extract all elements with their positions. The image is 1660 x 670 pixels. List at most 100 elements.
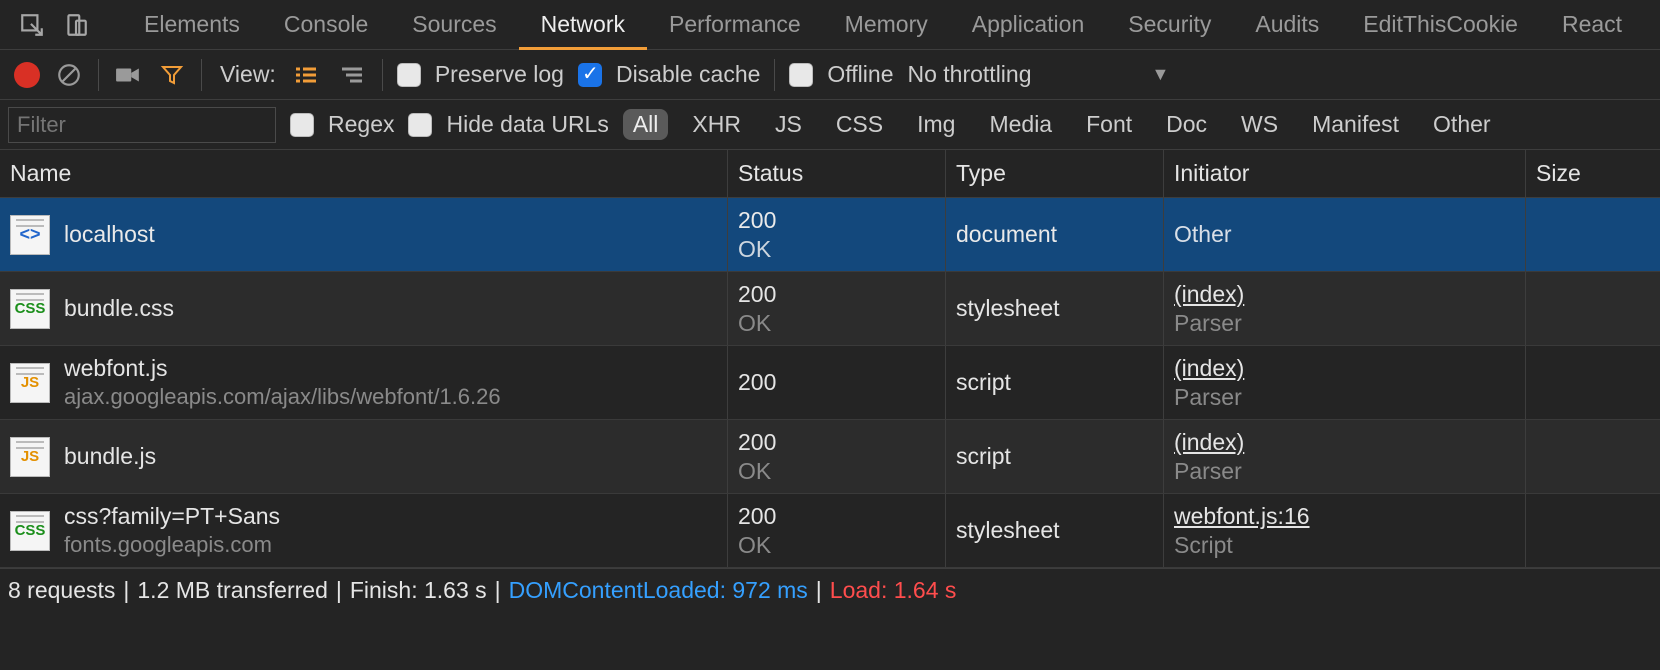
large-rows-icon[interactable] [290, 62, 322, 88]
table-row[interactable]: CSS css?family=PT+Sansfonts.googleapis.co… [0, 494, 1660, 568]
request-domain: ajax.googleapis.com/ajax/libs/webfont/1.… [64, 383, 501, 411]
table-row[interactable]: CSSbundle.css200OKstylesheet(index)Parse… [0, 272, 1660, 346]
type-filter-css[interactable]: CSS [826, 109, 893, 140]
type-filter-doc[interactable]: Doc [1156, 109, 1217, 140]
status-load: Load: 1.64 s [830, 577, 957, 604]
status-requests: 8 requests [8, 577, 115, 604]
status-code: 200 [738, 502, 776, 531]
regex-label: Regex [328, 111, 394, 138]
initiator-link[interactable]: webfont.js:16 [1174, 502, 1310, 531]
view-label: View: [220, 61, 276, 88]
tab-react[interactable]: React [1540, 0, 1644, 49]
initiator-link[interactable]: (index) [1174, 354, 1244, 383]
col-size[interactable]: Size [1526, 150, 1660, 197]
type-filter-img[interactable]: Img [907, 109, 965, 140]
tab-performance[interactable]: Performance [647, 0, 823, 49]
disable-cache-checkbox[interactable] [578, 63, 602, 87]
type-filter-js[interactable]: JS [765, 109, 812, 140]
hide-data-urls-checkbox[interactable] [408, 113, 432, 137]
type-filter-media[interactable]: Media [979, 109, 1062, 140]
tab-audits[interactable]: Audits [1233, 0, 1341, 49]
tab-elements[interactable]: Elements [122, 0, 262, 49]
request-type: document [956, 221, 1057, 248]
js-file-icon: JS [10, 363, 50, 403]
col-name[interactable]: Name [0, 150, 728, 197]
preserve-log-label: Preserve log [435, 61, 564, 88]
status-text: OK [738, 309, 776, 338]
type-filter-manifest[interactable]: Manifest [1302, 109, 1409, 140]
offline-checkbox[interactable] [789, 63, 813, 87]
disable-cache-label: Disable cache [616, 61, 760, 88]
request-name: bundle.js [64, 442, 156, 471]
initiator-link[interactable]: (index) [1174, 428, 1244, 457]
tab-sources[interactable]: Sources [390, 0, 518, 49]
status-text: OK [738, 457, 776, 486]
initiator-link: Other [1174, 220, 1232, 249]
network-toolbar: View: Preserve log Disable cache Offline… [0, 50, 1660, 100]
tab-security[interactable]: Security [1106, 0, 1233, 49]
record-button[interactable] [14, 62, 40, 88]
table-row[interactable]: JS webfont.jsajax.googleapis.com/ajax/lib… [0, 346, 1660, 420]
type-filter-ws[interactable]: WS [1231, 109, 1288, 140]
css-file-icon: CSS [10, 289, 50, 329]
status-finish: Finish: 1.63 s [350, 577, 487, 604]
type-filter-all[interactable]: All [623, 109, 669, 140]
status-transferred: 1.2 MB transferred [137, 577, 327, 604]
device-toggle-icon[interactable] [54, 3, 98, 47]
throttling-select[interactable]: No throttling ▼ [907, 61, 1169, 88]
doc-file-icon: <> [10, 215, 50, 255]
initiator-link[interactable]: (index) [1174, 280, 1244, 309]
request-name: css?family=PT+Sans [64, 502, 280, 531]
tab-memory[interactable]: Memory [823, 0, 950, 49]
status-text: OK [738, 531, 776, 560]
col-status[interactable]: Status [728, 150, 946, 197]
request-type: script [956, 443, 1011, 470]
request-type: stylesheet [956, 517, 1060, 544]
hide-data-urls-label: Hide data URLs [446, 111, 608, 138]
tab-console[interactable]: Console [262, 0, 390, 49]
initiator-type: Parser [1174, 457, 1244, 486]
status-bar: 8 requests | 1.2 MB transferred | Finish… [0, 568, 1660, 612]
tab-application[interactable]: Application [950, 0, 1107, 49]
col-initiator[interactable]: Initiator [1164, 150, 1526, 197]
regex-checkbox[interactable] [290, 113, 314, 137]
size-cell [1526, 420, 1660, 493]
size-cell [1526, 272, 1660, 345]
request-type: script [956, 369, 1011, 396]
request-name: webfont.js [64, 354, 501, 383]
type-filter-xhr[interactable]: XHR [682, 109, 751, 140]
col-type[interactable]: Type [946, 150, 1164, 197]
preserve-log-checkbox[interactable] [397, 63, 421, 87]
filter-icon[interactable] [157, 60, 187, 90]
devtools-tabstrip: ElementsConsoleSourcesNetworkPerformance… [0, 0, 1660, 50]
css-file-icon: CSS [10, 511, 50, 551]
status-dcl: DOMContentLoaded: 972 ms [509, 577, 808, 604]
inspect-icon[interactable] [10, 3, 54, 47]
throttling-value: No throttling [907, 61, 1031, 88]
status-code: 200 [738, 368, 776, 397]
chevron-down-icon: ▼ [1152, 64, 1170, 85]
status-code: 200 [738, 428, 776, 457]
network-table: Name Status Type Initiator Size <> localh… [0, 150, 1660, 568]
js-file-icon: JS [10, 437, 50, 477]
initiator-type: Parser [1174, 383, 1244, 412]
size-cell [1526, 346, 1660, 419]
status-code: 200 [738, 206, 776, 235]
table-header: Name Status Type Initiator Size [0, 150, 1660, 198]
filter-input[interactable] [8, 107, 276, 143]
table-row[interactable]: <>localhost200OKdocumentOther [0, 198, 1660, 272]
size-cell [1526, 198, 1660, 271]
request-name: localhost [64, 220, 155, 249]
tab-editthiscookie[interactable]: EditThisCookie [1341, 0, 1540, 49]
tab-network[interactable]: Network [519, 0, 647, 49]
request-type: stylesheet [956, 295, 1060, 322]
camera-icon[interactable] [113, 60, 143, 90]
type-filter-other[interactable]: Other [1423, 109, 1501, 140]
type-filter-font[interactable]: Font [1076, 109, 1142, 140]
overview-icon[interactable] [336, 62, 368, 88]
request-domain: fonts.googleapis.com [64, 531, 280, 559]
table-row[interactable]: JS bundle.js 200OK script (index)Parser [0, 420, 1660, 494]
clear-icon[interactable] [54, 60, 84, 90]
initiator-type: Script [1174, 531, 1310, 560]
size-cell [1526, 494, 1660, 567]
